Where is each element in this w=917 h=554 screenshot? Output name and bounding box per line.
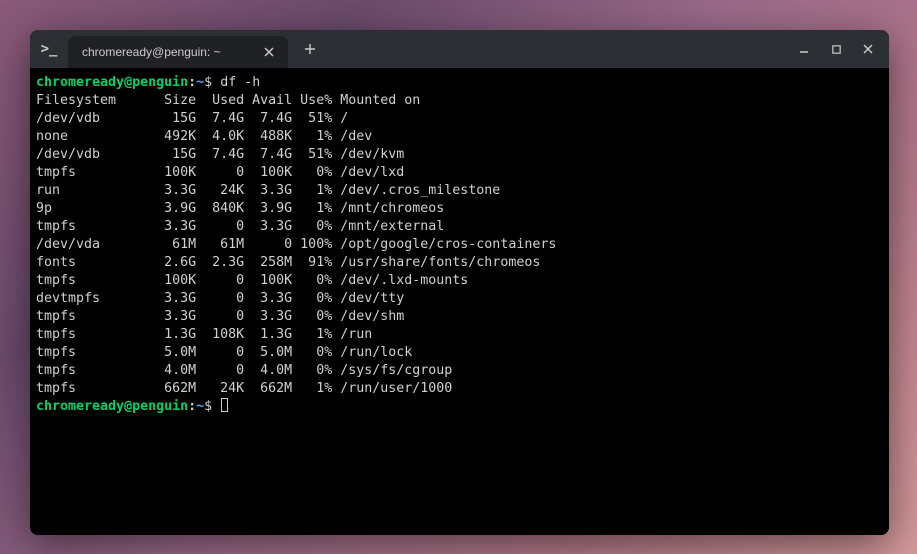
prompt-user: chromeready <box>36 399 124 414</box>
output-row: /dev/vdb 15G 7.4G 7.4G 51% /dev/kvm <box>36 146 883 164</box>
output-row: none 492K 4.0K 488K 1% /dev <box>36 128 883 146</box>
new-tab-button[interactable] <box>294 30 326 68</box>
tab-title: chromeready@penguin: ~ <box>82 45 260 59</box>
terminal-app-icon: >_ <box>30 30 68 68</box>
prompt-host: penguin <box>132 399 188 414</box>
close-tab-icon[interactable] <box>260 43 278 61</box>
output-row: devtmpfs 3.3G 0 3.3G 0% /dev/tty <box>36 290 883 308</box>
output-row: tmpfs 3.3G 0 3.3G 0% /dev/shm <box>36 308 883 326</box>
close-window-button[interactable] <box>853 34 883 64</box>
tabs-container: chromeready@penguin: ~ <box>68 30 288 68</box>
output-row: /dev/vdb 15G 7.4G 7.4G 51% / <box>36 110 883 128</box>
prompt-at: @ <box>124 399 132 414</box>
titlebar-spacer <box>326 30 789 68</box>
output-rows: /dev/vdb 15G 7.4G 7.4G 51% /none 492K 4.… <box>36 110 883 398</box>
prompt-dollar: $ <box>204 399 212 414</box>
prompt-host: penguin <box>132 75 188 90</box>
output-row: /dev/vda 61M 61M 0 100% /opt/google/cros… <box>36 236 883 254</box>
prompt-colon: : <box>188 399 196 414</box>
prompt-path: ~ <box>196 75 204 90</box>
output-row: tmpfs 100K 0 100K 0% /dev/.lxd-mounts <box>36 272 883 290</box>
prompt-line-1: chromeready@penguin:~$ df -h <box>36 74 883 92</box>
prompt-line-2: chromeready@penguin:~$ <box>36 398 883 416</box>
output-row: tmpfs 5.0M 0 5.0M 0% /run/lock <box>36 344 883 362</box>
minimize-button[interactable] <box>789 34 819 64</box>
output-row: tmpfs 3.3G 0 3.3G 0% /mnt/external <box>36 218 883 236</box>
output-row: tmpfs 100K 0 100K 0% /dev/lxd <box>36 164 883 182</box>
prompt-user: chromeready <box>36 75 124 90</box>
tab-active[interactable]: chromeready@penguin: ~ <box>68 36 288 68</box>
titlebar[interactable]: >_ chromeready@penguin: ~ <box>30 30 889 68</box>
output-row: 9p 3.9G 840K 3.9G 1% /mnt/chromeos <box>36 200 883 218</box>
output-header: Filesystem Size Used Avail Use% Mounted … <box>36 92 883 110</box>
output-row: tmpfs 4.0M 0 4.0M 0% /sys/fs/cgroup <box>36 362 883 380</box>
command-text: df -h <box>220 75 260 90</box>
cursor-icon <box>221 398 228 412</box>
terminal-window: >_ chromeready@penguin: ~ <box>30 30 889 535</box>
maximize-button[interactable] <box>821 34 851 64</box>
prompt-path: ~ <box>196 399 204 414</box>
prompt-colon: : <box>188 75 196 90</box>
prompt-dollar: $ <box>204 75 212 90</box>
window-controls <box>789 30 889 68</box>
terminal-body[interactable]: chromeready@penguin:~$ df -h Filesystem … <box>30 68 889 535</box>
output-row: tmpfs 1.3G 108K 1.3G 1% /run <box>36 326 883 344</box>
prompt-at: @ <box>124 75 132 90</box>
output-row: fonts 2.6G 2.3G 258M 91% /usr/share/font… <box>36 254 883 272</box>
output-row: run 3.3G 24K 3.3G 1% /dev/.cros_mileston… <box>36 182 883 200</box>
output-row: tmpfs 662M 24K 662M 1% /run/user/1000 <box>36 380 883 398</box>
